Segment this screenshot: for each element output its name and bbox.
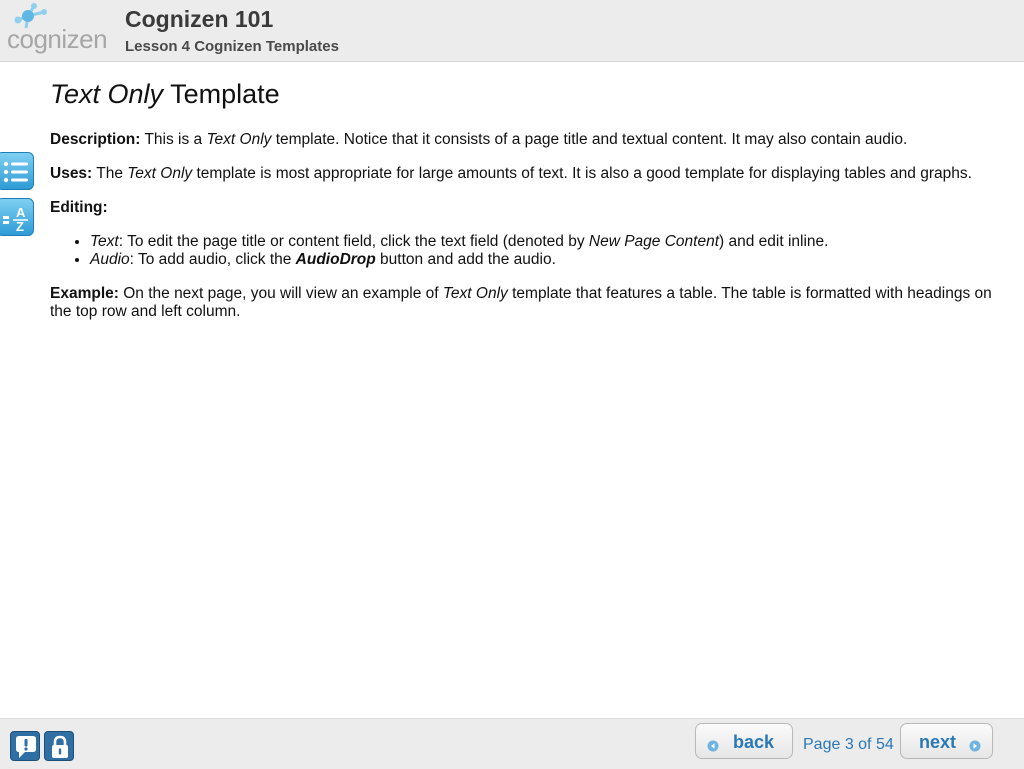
svg-text:cognizen: cognizen [7, 24, 107, 54]
page-indicator: Page 3 of 54 [803, 736, 894, 753]
example-paragraph: Example: On the next page, you will view… [50, 285, 992, 320]
editing-label: Editing: [50, 199, 108, 216]
page-content: Text Only Template Description: This is … [50, 78, 1008, 337]
course-title: Cognizen 101 [125, 6, 274, 32]
page-title[interactable]: Text Only Template [50, 78, 1008, 110]
svg-text:Z: Z [16, 219, 24, 234]
uses-paragraph: Uses: The Text Only template is most app… [50, 165, 972, 182]
outline-button[interactable] [0, 152, 34, 190]
help-button[interactable] [10, 731, 40, 761]
lesson-title: Lesson 4 Cognizen Templates [125, 38, 339, 55]
description-paragraph: Description: This is a Text Only templat… [50, 131, 908, 148]
uses-label: Uses: [50, 165, 93, 182]
description-label: Description: [50, 131, 141, 148]
editing-list: Text: To edit the page title or content … [50, 233, 1008, 269]
lock-button[interactable] [44, 731, 74, 761]
header-bar: cognizen Cognizen 101 Lesson 4 Cognizen … [0, 0, 1024, 62]
editing-paragraph: Editing: [50, 199, 1008, 217]
next-arrow-icon [969, 736, 981, 757]
next-button[interactable]: next [900, 723, 993, 759]
back-label: back [733, 732, 775, 752]
list-item: Text: To edit the page title or content … [90, 233, 1008, 251]
footer-bar: back Page 3 of 54 next [0, 718, 1024, 769]
next-label: next [919, 732, 957, 752]
list-item: Audio: To add audio, click the AudioDrop… [90, 251, 1008, 269]
example-label: Example: [50, 285, 119, 302]
svg-text:A: A [16, 205, 26, 220]
glossary-button[interactable]: A Z [0, 198, 34, 236]
back-arrow-icon [707, 736, 719, 757]
back-button[interactable]: back [695, 723, 793, 759]
cognizen-logo: cognizen [4, 2, 122, 60]
